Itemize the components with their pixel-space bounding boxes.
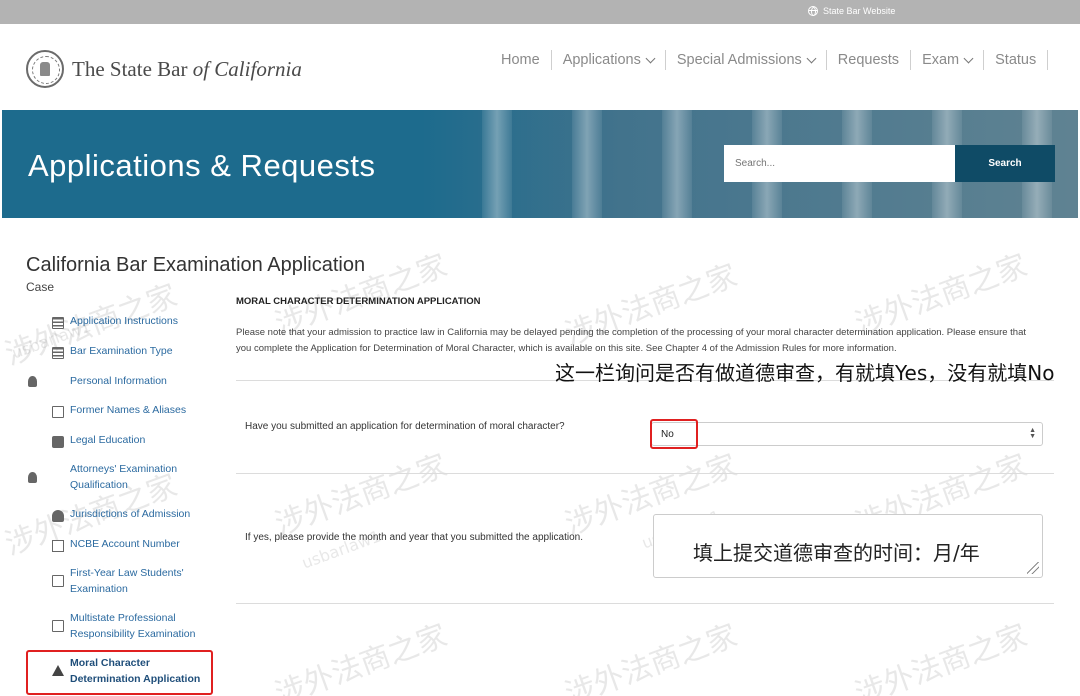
sidebar-item-label: Personal Information — [70, 375, 167, 387]
highlight-box-sidebar — [26, 650, 213, 695]
case-label: Case — [26, 280, 55, 294]
chevron-down-icon — [645, 53, 656, 64]
nav-special-admissions-label: Special Admissions — [676, 52, 802, 68]
globe-icon — [808, 6, 818, 16]
nav-home[interactable]: Home — [490, 50, 552, 70]
notice-text: Please note that your admission to pract… — [236, 327, 1027, 354]
state-bar-logo[interactable]: The State Bar of California — [26, 50, 302, 88]
chevron-down-icon — [963, 53, 974, 64]
resize-handle-icon[interactable] — [1027, 562, 1039, 574]
section-heading: MORAL CHARACTER DETERMINATION APPLICATIO… — [236, 296, 481, 307]
nav-requests-label: Requests — [837, 52, 900, 68]
nav-exam[interactable]: Exam — [911, 50, 985, 70]
utility-bar: State Bar Website — [0, 0, 1080, 24]
nav-applications[interactable]: Applications — [552, 50, 666, 70]
id-card-icon — [52, 406, 64, 418]
document-edit-icon — [52, 620, 64, 632]
page-title: California Bar Examination Application — [26, 254, 366, 276]
sidebar-item-label: First-Year Law Students' Examination — [70, 567, 184, 595]
logo-text-italic: of California — [192, 56, 302, 81]
nav-status[interactable]: Status — [984, 50, 1049, 70]
watermark-text: 涉外法商之家 — [270, 448, 452, 543]
sidebar-item-label: Application Instructions — [70, 315, 178, 327]
list-icon — [52, 347, 64, 359]
nav-status-label: Status — [995, 52, 1037, 68]
list-icon — [52, 317, 64, 329]
state-bar-website-label: State Bar Website — [823, 6, 896, 16]
sidebar-item-label: Legal Education — [70, 434, 146, 446]
state-bar-seal-icon — [26, 50, 64, 88]
nav-applications-label: Applications — [562, 52, 641, 68]
annotation-note-date: 填上提交道德审查的时间：月/年 — [693, 541, 980, 565]
annotation-note-select: 这一栏询问是否有做道德审查，有就填Yes，没有就填No — [555, 361, 1055, 385]
sidebar-item-label: NCBE Account Number — [70, 538, 180, 550]
moral-character-submitted-select[interactable]: No ▲ ▼ — [651, 422, 1043, 446]
hero-title: Applications & Requests — [28, 148, 376, 183]
briefcase-icon — [52, 436, 64, 448]
nav-special-admissions[interactable]: Special Admissions — [666, 50, 827, 70]
logo-text: The State Bar of California — [72, 57, 302, 82]
search-input[interactable] — [724, 145, 955, 182]
search-button[interactable]: Search — [955, 145, 1055, 182]
state-bar-website-link[interactable]: State Bar Website — [808, 6, 895, 16]
watermark-text: 涉外法商之家 — [850, 618, 1032, 696]
site-header: The State Bar of California Home Applica… — [0, 24, 1080, 110]
nav-home-label: Home — [501, 52, 540, 68]
logo-text-main: The State Bar — [72, 56, 193, 81]
gavel-icon — [52, 510, 64, 522]
divider — [236, 473, 1054, 474]
question-moral-character-submitted: Have you submitted an application for de… — [245, 421, 565, 432]
main-nav: Home Applications Special Admissions Req… — [490, 50, 1049, 70]
nav-exam-label: Exam — [922, 52, 960, 68]
hash-icon — [52, 540, 64, 552]
watermark-text: 涉外法商之家 — [270, 618, 452, 696]
sidebar-item-label: Former Names & Aliases — [70, 404, 187, 416]
nav-requests[interactable]: Requests — [827, 50, 912, 70]
sidebar-item-label: Jurisdictions of Admission — [70, 508, 191, 520]
person-key-icon — [28, 472, 37, 483]
hero-banner: Applications & Requests Search — [2, 110, 1078, 218]
divider — [236, 603, 1054, 604]
watermark-text: 涉外法商之家 — [560, 618, 742, 696]
chevron-down-icon — [806, 53, 817, 64]
highlight-box-select — [650, 419, 698, 449]
document-edit-icon — [52, 575, 64, 587]
person-icon — [28, 376, 37, 387]
sidebar-item-label: Attorneys' Examination Qualification — [70, 463, 178, 491]
question-submission-date: If yes, please provide the month and yea… — [245, 532, 583, 543]
sidebar-item-label: Bar Examination Type — [70, 345, 173, 357]
sidebar-item-label: Multistate Professional Responsibility E… — [70, 612, 196, 640]
select-arrows-icon: ▲ ▼ — [1029, 427, 1036, 440]
